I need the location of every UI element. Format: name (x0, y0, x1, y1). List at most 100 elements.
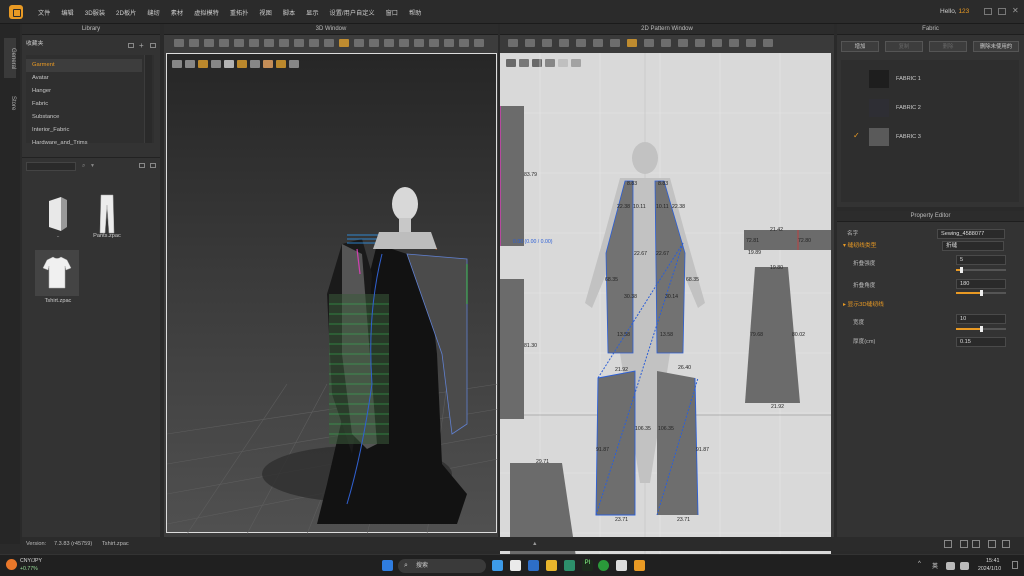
edit-pattern-icon[interactable] (525, 39, 535, 47)
section-3d-seam[interactable]: ▸ 显示3D缝纫线 (843, 300, 884, 311)
trace-icon[interactable] (678, 39, 688, 47)
copy-fabric-button[interactable]: 复制 (885, 41, 923, 52)
segment-icon[interactable] (354, 39, 364, 47)
chrome-icon[interactable] (598, 560, 609, 571)
store-icon[interactable] (528, 560, 539, 571)
tab-store[interactable]: Store (4, 96, 16, 110)
layout-4-icon[interactable] (988, 540, 996, 548)
delete-fabric-button[interactable]: 删除 (929, 41, 967, 52)
fabric-item[interactable]: FABRIC 2 (841, 95, 1016, 122)
segment-sewing-icon[interactable] (627, 39, 637, 47)
texture-2d-icon[interactable] (746, 39, 756, 47)
tree-item-hanger[interactable]: Hanger (26, 85, 142, 98)
slider-handle[interactable] (980, 290, 983, 296)
tree-item-hardware-trims[interactable]: Hardware_and_Trims (26, 137, 142, 150)
free-sewing-icon[interactable] (644, 39, 654, 47)
avatar-measure-icon[interactable] (459, 39, 469, 47)
thickness-field[interactable]: 0.15 (956, 337, 1006, 347)
menu-2d-pattern[interactable]: 2D板片 (116, 8, 136, 17)
menu-settings[interactable]: 设置/用户自定义 (330, 8, 375, 17)
texture-icon[interactable] (474, 39, 484, 47)
edit-sewing-icon[interactable] (661, 39, 671, 47)
menu-file[interactable]: 文件 (38, 8, 50, 17)
menu-materials[interactable]: 素材 (171, 8, 183, 17)
volume-icon[interactable] (960, 562, 969, 570)
menu-script[interactable]: 脚本 (283, 8, 295, 17)
line-icon[interactable] (279, 39, 289, 47)
system-icon[interactable] (616, 560, 627, 571)
notification-icon[interactable] (1012, 561, 1018, 569)
add-icon[interactable]: + (139, 41, 144, 50)
tree-scrollbar[interactable] (144, 55, 152, 143)
width-field[interactable]: 10 (956, 314, 1006, 324)
circle-icon[interactable] (593, 39, 603, 47)
section-seam-type[interactable]: ▾ 缝纫线类型 (843, 241, 877, 252)
dart-icon[interactable] (695, 39, 705, 47)
layout-2-icon[interactable] (960, 540, 968, 548)
layout-1-icon[interactable] (944, 540, 952, 548)
user-greeting[interactable]: Hello, 123 (940, 8, 969, 15)
tree-item-fabric[interactable]: Fabric (26, 98, 142, 111)
button-icon[interactable] (399, 39, 409, 47)
buttonhole-icon[interactable] (414, 39, 424, 47)
name-field[interactable]: Sewing_4588077 (937, 229, 1005, 239)
maximize-icon[interactable] (998, 8, 1006, 15)
network-icon[interactable] (946, 562, 955, 570)
refresh-list-icon[interactable] (150, 163, 156, 168)
thumb-tshirt[interactable] (35, 250, 79, 296)
tack-icon[interactable] (219, 39, 229, 47)
topstitch-icon[interactable] (369, 39, 379, 47)
internal-icon[interactable] (610, 39, 620, 47)
minimize-icon[interactable] (984, 8, 992, 15)
transform-icon[interactable] (508, 39, 518, 47)
rectangle-icon[interactable] (576, 39, 586, 47)
favorites-label[interactable]: 收藏夹 (26, 38, 156, 50)
refresh-icon[interactable] (150, 43, 156, 48)
polygon-icon[interactable] (559, 39, 569, 47)
seam-type-select[interactable]: 折缝 (942, 241, 1004, 251)
menu-display[interactable]: 显示 (306, 8, 318, 17)
edge-icon[interactable] (492, 560, 503, 571)
fold-strength-field[interactable]: 5 (956, 255, 1006, 265)
fold-angle-field[interactable]: 180 (956, 279, 1006, 289)
upload-icon[interactable] (128, 43, 134, 48)
menu-sewing[interactable]: 缝纫 (147, 8, 159, 17)
close-icon[interactable]: ✕ (1012, 6, 1020, 15)
thumb-parent-folder[interactable] (35, 191, 79, 237)
width-slider[interactable] (956, 326, 1006, 332)
select-move-icon[interactable] (174, 39, 184, 47)
slider-handle[interactable] (980, 326, 983, 332)
menu-window[interactable]: 窗口 (386, 8, 398, 17)
chevron-up-tray-icon[interactable]: ^ (918, 561, 921, 567)
stitch-icon[interactable] (324, 39, 334, 47)
folder-icon[interactable] (546, 560, 557, 571)
pin-icon[interactable] (234, 39, 244, 47)
puckering-icon[interactable] (384, 39, 394, 47)
notch-icon[interactable] (712, 39, 722, 47)
menu-help[interactable]: 帮助 (409, 8, 421, 17)
layout-5-icon[interactable] (1002, 540, 1010, 548)
menu-view[interactable]: 视图 (259, 8, 271, 17)
library-search-input[interactable] (26, 162, 76, 171)
menu-retopology[interactable]: 重拓扑 (230, 8, 249, 17)
measure-icon[interactable] (264, 39, 274, 47)
fabric-item[interactable]: FABRIC 1 (841, 66, 1016, 93)
fold-angle-slider[interactable] (956, 290, 1006, 296)
tree-item-garment[interactable]: Garment (26, 59, 142, 72)
mail-icon[interactable] (564, 560, 575, 571)
slider-handle[interactable] (960, 267, 963, 273)
menu-edit[interactable]: 编辑 (61, 8, 73, 17)
app-logo-icon[interactable] (9, 5, 23, 19)
tree-item-substance[interactable]: Substance (26, 111, 142, 124)
shirt-icon[interactable] (763, 39, 773, 47)
edit-icon[interactable] (309, 39, 319, 47)
fold-icon[interactable] (204, 39, 214, 47)
menu-avatar[interactable]: 虚拟模特 (194, 8, 219, 17)
stock-widget-icon[interactable] (6, 559, 17, 570)
fold-strength-slider[interactable] (956, 267, 1006, 273)
chevron-up-icon[interactable]: ▲ (532, 537, 538, 551)
layout-3-icon[interactable] (972, 540, 980, 548)
trim-icon[interactable] (444, 39, 454, 47)
tab-general[interactable]: General (4, 38, 16, 78)
chevron-down-icon[interactable]: ▼ (90, 163, 95, 169)
